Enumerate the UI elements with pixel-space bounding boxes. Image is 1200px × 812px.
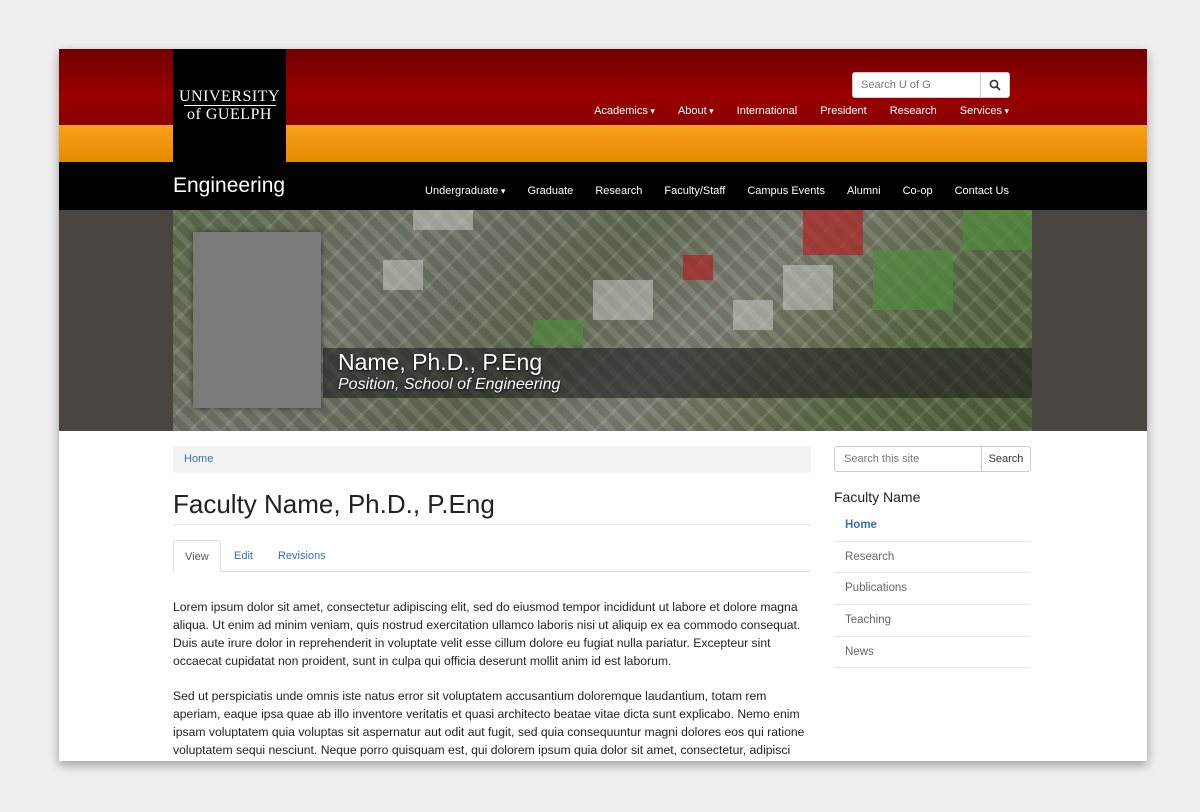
tab-edit[interactable]: Edit bbox=[223, 540, 264, 572]
hero-name: Name, Ph.D., P.Eng bbox=[338, 349, 543, 375]
university-nav: Academics About International President … bbox=[571, 105, 1009, 117]
aerial-field bbox=[873, 250, 953, 310]
site-search-button[interactable]: Search bbox=[981, 446, 1031, 472]
sidebar-item-teaching[interactable]: Teaching bbox=[834, 605, 1031, 637]
logo-line-2: of GUELPH bbox=[187, 106, 272, 123]
faculty-photo bbox=[193, 232, 321, 408]
aerial-building bbox=[383, 260, 423, 290]
content-tabs: View Edit Revisions bbox=[173, 540, 811, 572]
sidebar-item-news[interactable]: News bbox=[834, 637, 1031, 669]
site-nav-campus-events[interactable]: Campus Events bbox=[747, 185, 825, 197]
nav-services[interactable]: Services bbox=[960, 105, 1009, 117]
sidebar-menu: Home Research Publications Teaching News bbox=[834, 510, 1031, 669]
sidebar-item-research[interactable]: Research bbox=[834, 542, 1031, 574]
site-search-input[interactable] bbox=[834, 446, 981, 472]
aerial-field bbox=[533, 320, 583, 345]
university-logo[interactable]: UNIVERSITY of GUELPH bbox=[173, 49, 286, 162]
nav-academics[interactable]: Academics bbox=[594, 105, 655, 117]
search-icon bbox=[989, 79, 1001, 91]
site-header: Engineering Undergraduate Graduate Resea… bbox=[59, 162, 1147, 210]
nav-president[interactable]: President bbox=[820, 105, 866, 117]
aerial-roof bbox=[683, 255, 713, 280]
logo-line-1: UNIVERSITY bbox=[179, 88, 280, 105]
hero-position: Position, School of Engineering bbox=[338, 376, 561, 393]
body-paragraph-2: Sed ut perspiciatis unde omnis iste natu… bbox=[173, 689, 805, 757]
breadcrumb-home-link[interactable]: Home bbox=[184, 453, 213, 465]
site-search: Search bbox=[834, 446, 1031, 472]
hero-banner-image: Name, Ph.D., P.Eng Position, School of E… bbox=[173, 210, 1032, 431]
university-search-button[interactable] bbox=[980, 72, 1010, 98]
site-nav-faculty-staff[interactable]: Faculty/Staff bbox=[664, 185, 725, 197]
sidebar-item-home[interactable]: Home bbox=[834, 510, 1031, 542]
aerial-building bbox=[783, 265, 833, 310]
tab-view[interactable]: View bbox=[173, 540, 221, 572]
aerial-building bbox=[413, 210, 473, 230]
browser-page: UNIVERSITY of GUELPH Academics About Int… bbox=[59, 49, 1147, 761]
site-nav-alumni[interactable]: Alumni bbox=[847, 185, 881, 197]
aerial-building bbox=[733, 300, 773, 330]
sidebar-item-publications[interactable]: Publications bbox=[834, 573, 1031, 606]
site-nav-co-op[interactable]: Co-op bbox=[903, 185, 933, 197]
title-divider bbox=[173, 524, 811, 525]
site-nav-contact-us[interactable]: Contact Us bbox=[955, 185, 1009, 197]
site-title[interactable]: Engineering bbox=[173, 174, 285, 198]
university-search bbox=[852, 72, 1010, 98]
site-nav-graduate[interactable]: Graduate bbox=[527, 185, 573, 197]
university-search-input[interactable] bbox=[852, 72, 980, 98]
aerial-field bbox=[963, 210, 1032, 250]
nav-about[interactable]: About bbox=[678, 105, 714, 117]
nav-international[interactable]: International bbox=[737, 105, 798, 117]
nav-research[interactable]: Research bbox=[890, 105, 937, 117]
site-nav: Undergraduate Graduate Research Faculty/… bbox=[403, 185, 1009, 197]
aerial-building bbox=[593, 280, 653, 320]
sidebar-title: Faculty Name bbox=[834, 489, 921, 505]
breadcrumb: Home bbox=[173, 446, 811, 473]
tab-revisions[interactable]: Revisions bbox=[267, 540, 337, 572]
hero-section: Name, Ph.D., P.Eng Position, School of E… bbox=[59, 210, 1147, 431]
page-title: Faculty Name, Ph.D., P.Eng bbox=[173, 489, 495, 519]
site-nav-undergraduate[interactable]: Undergraduate bbox=[425, 185, 505, 197]
site-nav-research[interactable]: Research bbox=[595, 185, 642, 197]
aerial-track bbox=[803, 210, 863, 255]
body-paragraph-1: Lorem ipsum dolor sit amet, consectetur … bbox=[173, 600, 801, 668]
